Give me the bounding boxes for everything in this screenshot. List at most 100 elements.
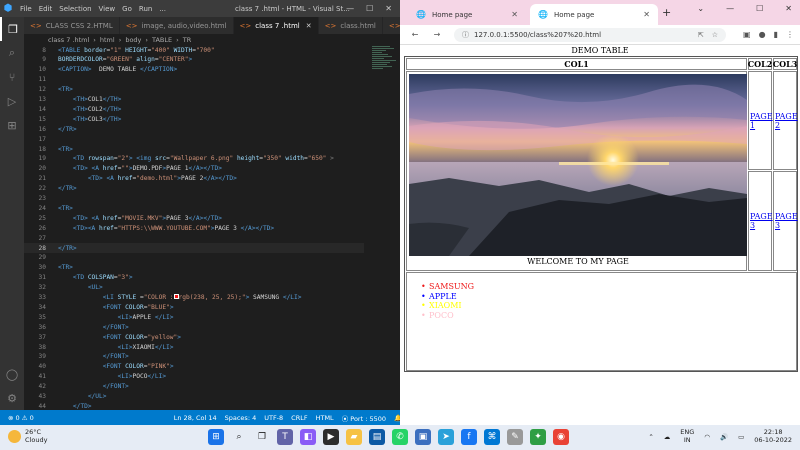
source-control-icon[interactable]: ⑂ [0,65,24,89]
code-text[interactable]: </TR> [58,185,77,192]
code-line[interactable]: 31 <TD COLSPAN="3"> [24,273,364,283]
code-line[interactable]: 8 <TABLE border="1" HEIGHT="400" WIDTH="7… [24,45,364,55]
chrome-icon[interactable]: ◉ [553,429,569,445]
vscode-taskbar-icon[interactable]: ⌘ [484,429,500,445]
code-line[interactable]: 13 <TH>COL1</TH> [24,95,364,105]
close-tab-icon[interactable]: ✕ [643,10,650,19]
onedrive-icon[interactable]: ☁ [664,433,671,441]
code-line[interactable]: 35 <LI>APPLE </LI> [24,312,364,322]
menu-kebab-icon[interactable]: ⋮ [786,30,794,39]
extensions-puzzle-icon[interactable]: ▮ [774,30,778,39]
code-text[interactable]: <TR> [58,86,73,93]
code-text[interactable]: </UL> [58,393,107,400]
code-line[interactable]: 20 <TD> <A href="">DEMO.PDF>PAGE 1</A></… [24,164,364,174]
app-green-icon[interactable]: ✦ [530,429,546,445]
code-text[interactable]: <TH>COL1</TH> [58,96,121,103]
code-line[interactable]: 42 </FONT> [24,382,364,392]
indentation[interactable]: Spaces: 4 [225,414,257,422]
code-text[interactable]: <LI>XIAOMI</LI> [58,344,174,351]
code-line[interactable]: 36 </FONT> [24,322,364,332]
code-line[interactable]: 16 </TR> [24,124,364,134]
minimize-icon[interactable]: — [726,4,734,13]
code-line[interactable]: 37 <FONT COLOR="yellow"> [24,332,364,342]
code-line[interactable]: 39 </FONT> [24,352,364,362]
search-icon[interactable]: ⌕ [231,429,247,445]
code-text[interactable]: </TD> [58,403,92,410]
code-text[interactable]: <LI>POCO</LI> [58,373,166,380]
start-icon[interactable]: ⊞ [208,429,224,445]
breadcrumb-item[interactable]: html [100,36,115,44]
code-line[interactable]: 40 <FONT COLOR="PINK"> [24,362,364,372]
site-info-icon[interactable]: ⓘ [462,30,469,40]
code-text[interactable]: <TH>COL2</TH> [58,106,121,113]
profile-avatar-icon[interactable]: ● [759,30,766,39]
code-line[interactable]: 38 <LI>XIAOMI</LI> [24,342,364,352]
browser-tab[interactable]: 🌐 Home page ✕ [408,4,526,25]
run-debug-icon[interactable]: ▷ [0,89,24,113]
page1-link[interactable]: PAGE 1 [750,112,773,130]
code-line[interactable]: 29 [24,253,364,263]
bookmark-star-icon[interactable]: ☆ [712,31,718,39]
problems-indicator[interactable]: ⊗ 0 ⚠ 0 [8,414,34,422]
browser-tab-active[interactable]: 🌐 Home page ✕ [530,4,658,25]
code-text[interactable]: <FONT COLOR="BLUE"> [58,304,174,311]
code-line[interactable]: 15 <TH>COL3</TH> [24,114,364,124]
code-text[interactable]: <FONT COLOR="PINK"> [58,363,174,370]
code-line[interactable]: 23 [24,194,364,204]
close-tab-icon[interactable]: ✕ [306,22,312,30]
menu-item[interactable]: View [99,5,116,13]
page3-link[interactable]: PAGE 3 [750,212,773,230]
explorer-icon[interactable]: ❐ [0,17,24,41]
code-editor[interactable]: 8 <TABLE border="1" HEIGHT="400" WIDTH="7… [24,45,400,410]
task-view-icon[interactable]: ❐ [254,429,270,445]
code-text[interactable]: <TR> [58,205,73,212]
code-line[interactable]: 34 <FONT COLOR="BLUE"> [24,302,364,312]
cursor-position[interactable]: Ln 28, Col 14 [174,414,217,422]
code-text[interactable]: </FONT> [58,324,129,331]
chevron-down-icon[interactable]: ⌄ [697,4,704,13]
close-icon[interactable]: ✕ [785,4,792,13]
code-line[interactable]: 12 <TR> [24,85,364,95]
facebook-icon[interactable]: f [461,429,477,445]
page2-link[interactable]: PAGE 2 [775,112,798,130]
share-icon[interactable]: ⇱ [698,31,704,39]
live-server-port[interactable]: ⦿ Port : 5500 [342,413,386,423]
code-line[interactable]: 10 <CAPTION> DEMO TABLE </CAPTION> [24,65,364,75]
breadcrumb-item[interactable]: TR [183,36,192,44]
breadcrumb-item[interactable]: body [125,36,141,44]
widgets-icon[interactable]: ◧ [300,429,316,445]
media-icon[interactable]: ▶ [323,429,339,445]
code-line[interactable]: 22 </TR> [24,184,364,194]
code-line[interactable]: 28 </TR> [24,243,364,253]
maximize-icon[interactable]: ☐ [366,4,373,13]
code-text[interactable]: <TD COLSPAN="3"> [58,274,133,281]
code-text[interactable]: <UL> [58,284,103,291]
code-line[interactable]: 43 </UL> [24,392,364,402]
menu-item[interactable]: File [20,5,32,13]
clock[interactable]: 22:18 06-10-2022 [754,428,792,444]
code-line[interactable]: 9 BORDERDCOLOR="GREEN" align="CENTER"> [24,55,364,65]
code-line[interactable]: 30 <TR> [24,263,364,273]
language-indicator[interactable]: ENG IN [680,428,694,444]
code-line[interactable]: 33 <LI STYLE ="COLOR : rgb(238, 25, 25);"… [24,293,364,303]
code-text[interactable]: <TD rowspan="2"> <img src="Wallpaper 6.p… [58,155,334,162]
code-text[interactable]: <TD> <A href="">DEMO.PDF>PAGE 1</A></TD> [58,165,222,172]
menu-item[interactable]: Run [139,5,152,13]
battery-icon[interactable]: ▭ [738,433,744,441]
menu-item[interactable]: ... [159,5,166,13]
close-tab-icon[interactable]: ✕ [511,10,518,19]
editor-tab[interactable]: <> class.html [318,17,383,34]
editor-tab-active[interactable]: <> class 7 .html ✕ [233,17,319,34]
account-icon[interactable]: ◯ [0,362,24,386]
menu-item[interactable]: Selection [59,5,91,13]
page3-youtube-link[interactable]: PAGE 3 [775,212,798,230]
code-line[interactable]: 18 <TR> [24,144,364,154]
code-text[interactable]: BORDERDCOLOR="GREEN" align="CENTER"> [58,56,192,63]
telegram-icon[interactable]: ➤ [438,429,454,445]
code-text[interactable]: <LI>APPLE </LI> [58,314,174,321]
file-explorer-icon[interactable]: ▰ [346,429,362,445]
store-icon[interactable]: ▤ [369,429,385,445]
editor-tab[interactable]: <> image, audio,video.html [119,17,234,34]
chevron-up-icon[interactable]: ⌃ [648,433,653,441]
code-text[interactable]: <TR> [58,146,73,153]
